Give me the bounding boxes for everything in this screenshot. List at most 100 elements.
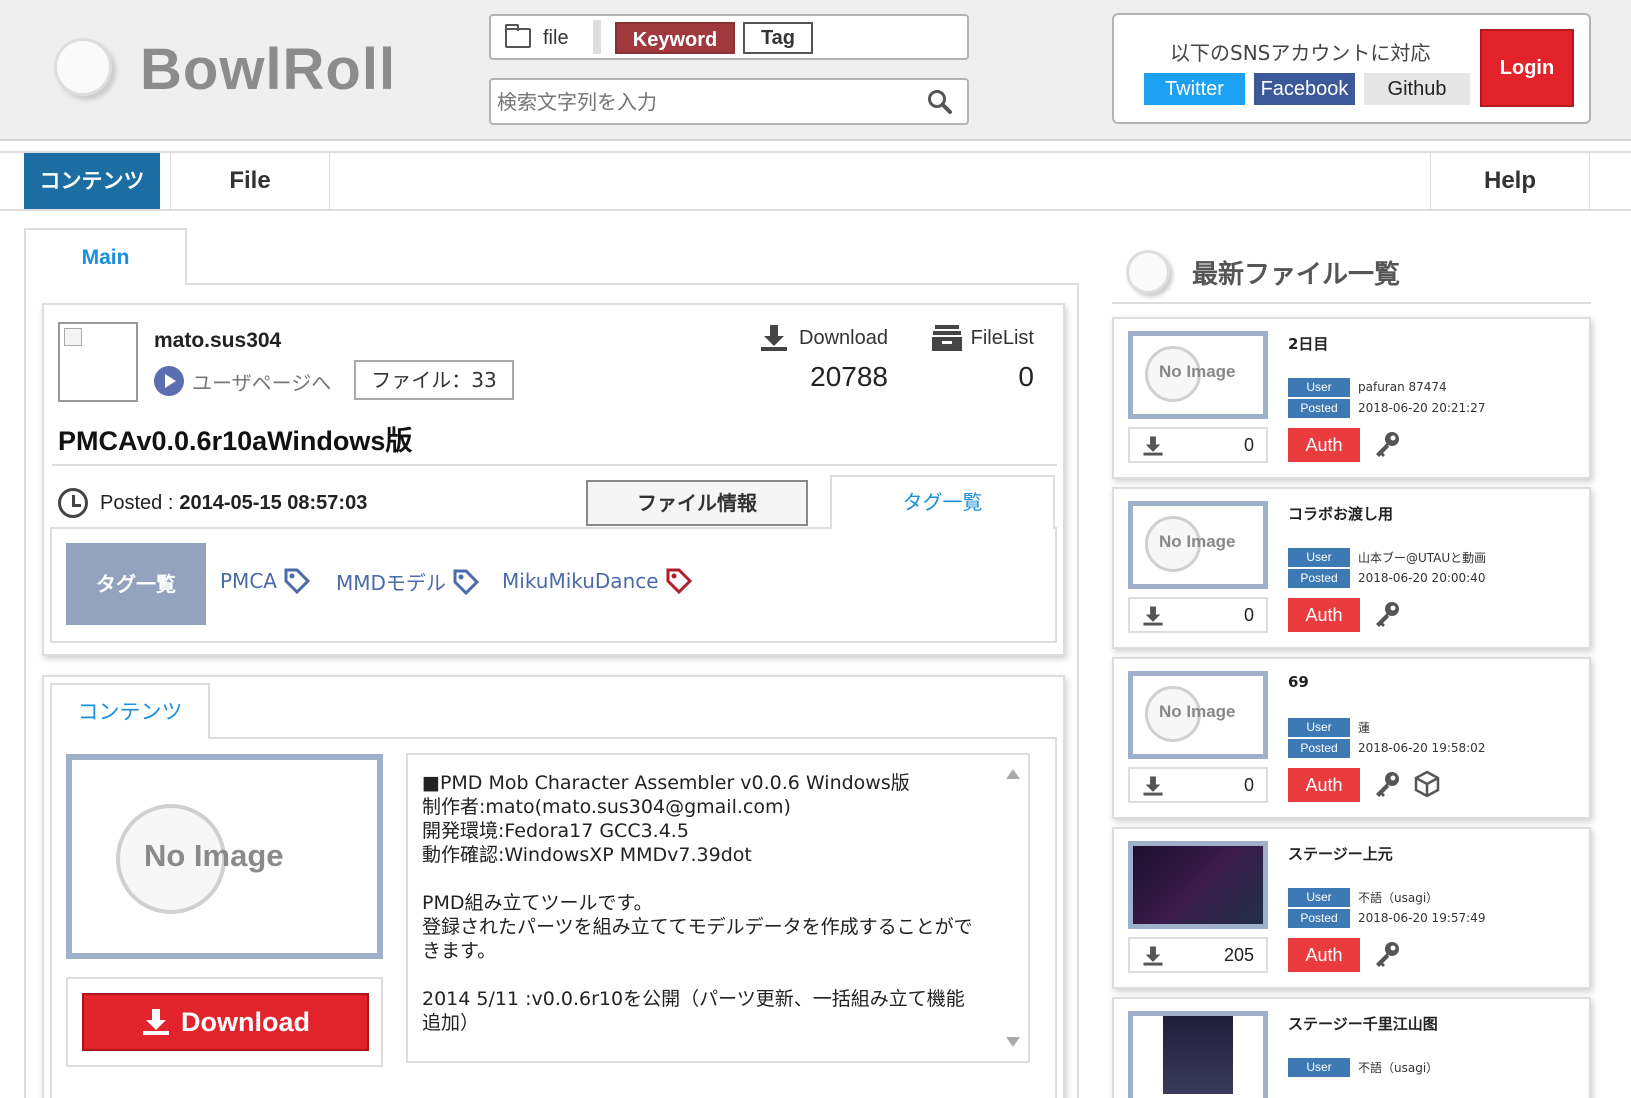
recent-thumbnail[interactable]: No Image <box>1128 331 1268 419</box>
key-icon <box>1376 772 1399 797</box>
recent-title[interactable]: ステージー千里江山图 <box>1288 1013 1438 1034</box>
recent-posted: 2018-06-20 20:21:27 <box>1358 401 1486 415</box>
download-stat-label: Download <box>799 326 888 349</box>
recent-files-header: 最新ファイル一覧 <box>1112 246 1591 304</box>
search-type-file[interactable]: file <box>505 24 569 52</box>
user-tag: User <box>1288 717 1350 737</box>
scroll-down-arrow[interactable] <box>1006 1037 1020 1047</box>
tab-main[interactable]: Main <box>24 228 187 285</box>
auth-button[interactable]: Auth <box>1288 598 1360 632</box>
tag-area: タグ一覧 PMCA MMDモデル MikuMikuDance <box>50 527 1057 643</box>
recent-file-card[interactable]: ステージー千里江山图 User 不語（usagi） <box>1112 997 1591 1098</box>
recent-user[interactable]: 不語（usagi） <box>1358 1059 1438 1076</box>
facebook-button[interactable]: Facebook <box>1254 73 1355 105</box>
user-name[interactable]: mato.sus304 <box>154 329 281 353</box>
recent-user[interactable]: pafuran 87474 <box>1358 380 1447 394</box>
download-button[interactable]: Download <box>82 993 369 1051</box>
recent-file-card[interactable]: No Image コラボお渡し用 User 山本ブー@UTAUと動画 Posted… <box>1112 487 1591 649</box>
twitter-button[interactable]: Twitter <box>1144 73 1245 105</box>
tag-item[interactable]: MMDモデル <box>336 567 480 596</box>
play-icon <box>154 366 184 396</box>
recent-download-count: 0 <box>1128 767 1268 803</box>
recent-file-card[interactable]: ステージー上元 User 不語（usagi） Posted 2018-06-20 1… <box>1112 827 1591 989</box>
tag-icon <box>284 568 311 595</box>
archive-icon <box>931 325 962 351</box>
no-image-text: No Image <box>1159 532 1236 551</box>
download-count: 0 <box>1243 775 1254 795</box>
download-icon <box>1143 436 1163 456</box>
download-count: 205 <box>1223 945 1254 965</box>
avatar[interactable] <box>58 322 138 402</box>
recent-meta: User 山本ブー@UTAUと動画 Posted 2018-06-20 20:00:… <box>1288 547 1486 589</box>
search-icon[interactable] <box>927 89 953 115</box>
recent-header-mark <box>1126 250 1170 294</box>
recent-title[interactable]: ステージー上元 <box>1288 843 1393 864</box>
sns-title: 以下のSNSアカウントに対応 <box>1170 41 1431 65</box>
recent-meta: User 不語（usagi） <box>1288 1057 1438 1078</box>
tag-item[interactable]: PMCA <box>220 567 311 595</box>
userpage-label: ユーザページへ <box>192 370 332 395</box>
recent-thumbnail[interactable]: No Image <box>1128 501 1268 589</box>
filelist-count: 0 <box>1018 361 1034 392</box>
github-button[interactable]: Github <box>1364 73 1470 105</box>
userpage-link[interactable]: ユーザページへ <box>154 366 331 396</box>
scroll-up-arrow[interactable] <box>1006 769 1020 779</box>
main-nav: コンテンツ File Help <box>0 151 1631 211</box>
file-info-card: mato.sus304 ユーザページへ ファイル：33 Download 207… <box>42 303 1065 656</box>
search-type-tag[interactable]: Tag <box>743 22 813 54</box>
key-icon <box>1376 602 1399 627</box>
recent-file-card[interactable]: No Image 2日目 User pafuran 87474 Posted 201… <box>1112 317 1591 479</box>
header: BowlRoll file Keyword Tag 以下のSNSアカウントに対応… <box>0 0 1631 141</box>
file-thumbnail[interactable]: No Image <box>66 754 383 959</box>
nav-contents[interactable]: コンテンツ <box>24 153 160 209</box>
logo[interactable]: BowlRoll <box>140 36 396 103</box>
search-box <box>489 78 969 125</box>
recent-title[interactable]: 69 <box>1288 673 1309 691</box>
auth-button[interactable]: Auth <box>1288 938 1360 972</box>
nav-help[interactable]: Help <box>1430 153 1590 209</box>
recent-posted: 2018-06-20 19:58:02 <box>1358 741 1486 755</box>
tag-list-header: タグ一覧 <box>66 543 206 625</box>
tag-item[interactable]: MikuMikuDance <box>502 567 693 595</box>
download-count: 0 <box>1243 605 1254 625</box>
auth-button[interactable]: Auth <box>1288 768 1360 802</box>
search-type-divider <box>593 20 601 54</box>
file-count-badge: ファイル：33 <box>354 360 514 400</box>
login-button[interactable]: Login <box>1480 29 1574 107</box>
scrollbar[interactable] <box>998 755 1028 1061</box>
recent-thumbnail[interactable] <box>1128 1011 1268 1098</box>
tab-tag-list[interactable]: タグ一覧 <box>830 475 1055 529</box>
auth-button[interactable]: Auth <box>1288 428 1360 462</box>
recent-title[interactable]: コラボお渡し用 <box>1288 503 1393 524</box>
download-icon <box>1143 946 1163 966</box>
contents-card: コンテンツ No Image Download ■PMD Mob Charact… <box>42 675 1065 1098</box>
recent-download-count: 0 <box>1128 427 1268 463</box>
download-count: 0 <box>1243 435 1254 455</box>
recent-thumbnail[interactable]: No Image <box>1128 671 1268 759</box>
recent-download-count: 205 <box>1128 937 1268 973</box>
recent-thumbnail[interactable] <box>1128 841 1268 929</box>
stage-thumbnail-image <box>1133 846 1263 924</box>
posted-tag: Posted <box>1288 908 1350 928</box>
recent-user[interactable]: 山本ブー@UTAUと動画 <box>1358 549 1486 566</box>
tab-file-info[interactable]: ファイル情報 <box>586 480 808 526</box>
no-image-text: No Image <box>144 838 284 873</box>
filelist-stat: FileList 0 <box>924 323 1034 393</box>
description-box[interactable]: ■PMD Mob Character Assembler v0.0.6 Wind… <box>406 753 1030 1063</box>
recent-posted: 2018-06-20 19:57:49 <box>1358 911 1486 925</box>
user-tag: User <box>1288 547 1350 567</box>
nav-file[interactable]: File <box>170 153 330 209</box>
download-button-label: Download <box>181 1006 310 1037</box>
search-input[interactable] <box>497 86 907 118</box>
logo-mark <box>54 38 112 96</box>
recent-user[interactable]: 不語（usagi） <box>1358 889 1438 906</box>
sns-login-panel: 以下のSNSアカウントに対応 Twitter Facebook Github L… <box>1112 13 1591 124</box>
download-icon <box>761 325 788 351</box>
recent-title[interactable]: 2日目 <box>1288 333 1328 354</box>
search-type-keyword[interactable]: Keyword <box>615 22 735 54</box>
tab-contents[interactable]: コンテンツ <box>50 683 210 739</box>
recent-file-card[interactable]: No Image 69 User 蓮 Posted 2018-06-20 19:58… <box>1112 657 1591 819</box>
recent-user[interactable]: 蓮 <box>1358 719 1370 736</box>
user-tag: User <box>1288 1057 1350 1077</box>
key-icon <box>1376 942 1399 967</box>
